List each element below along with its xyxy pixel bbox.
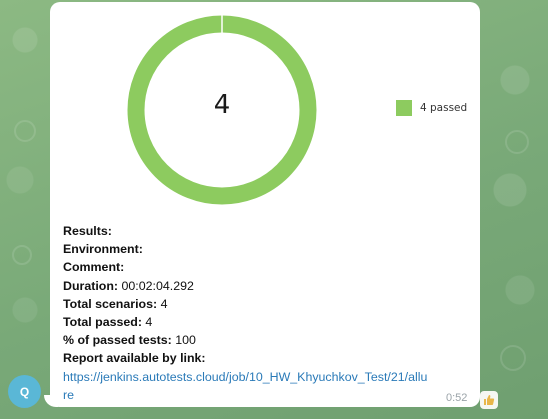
sender-avatar[interactable]: Q <box>8 375 41 408</box>
bubble-tail <box>44 395 58 407</box>
legend-label-passed: 4 passed <box>420 102 468 114</box>
wallpaper-doodle <box>500 345 526 371</box>
report-link-label: Report available by link: <box>63 351 206 366</box>
chart-center-value: 4 <box>213 90 231 120</box>
total-scenarios-line: Total scenarios: 4 <box>63 296 168 311</box>
thumbs-up-icon-svg <box>484 395 495 405</box>
report-link[interactable]: https://jenkins.autotests.cloud/job/10_H… <box>63 368 473 404</box>
total-scenarios-value: 4 <box>160 296 168 311</box>
total-passed-value: 4 <box>145 315 153 330</box>
wallpaper-doodle <box>14 120 36 142</box>
comment-line: Comment: <box>63 260 125 275</box>
duration-value: 00:02:04.292 <box>121 278 194 293</box>
message-bubble[interactable]: 4 4 passed Results: Environment: Comment… <box>50 2 480 407</box>
chart-legend: 4 passed <box>396 100 467 116</box>
donut-chart: 4 4 passed <box>50 2 480 217</box>
message-time: 0:52 <box>446 392 468 404</box>
total-passed-line: Total passed: 4 <box>63 315 153 330</box>
environment-line: Environment: <box>63 242 143 257</box>
results-line: Results: <box>63 224 112 238</box>
wallpaper-doodle <box>505 130 529 154</box>
avatar-initial: Q <box>19 384 30 399</box>
passed-percent-value: 100 <box>175 333 196 348</box>
legend-swatch-passed <box>396 100 412 116</box>
duration-line: Duration: 00:02:04.292 <box>63 278 194 293</box>
wallpaper-doodle <box>12 245 32 265</box>
thumbs-up-icon[interactable] <box>480 391 498 409</box>
report-text: Results: Environment: Comment: Duration:… <box>63 222 473 404</box>
passed-percent-line: % of passed tests: 100 <box>63 333 196 348</box>
